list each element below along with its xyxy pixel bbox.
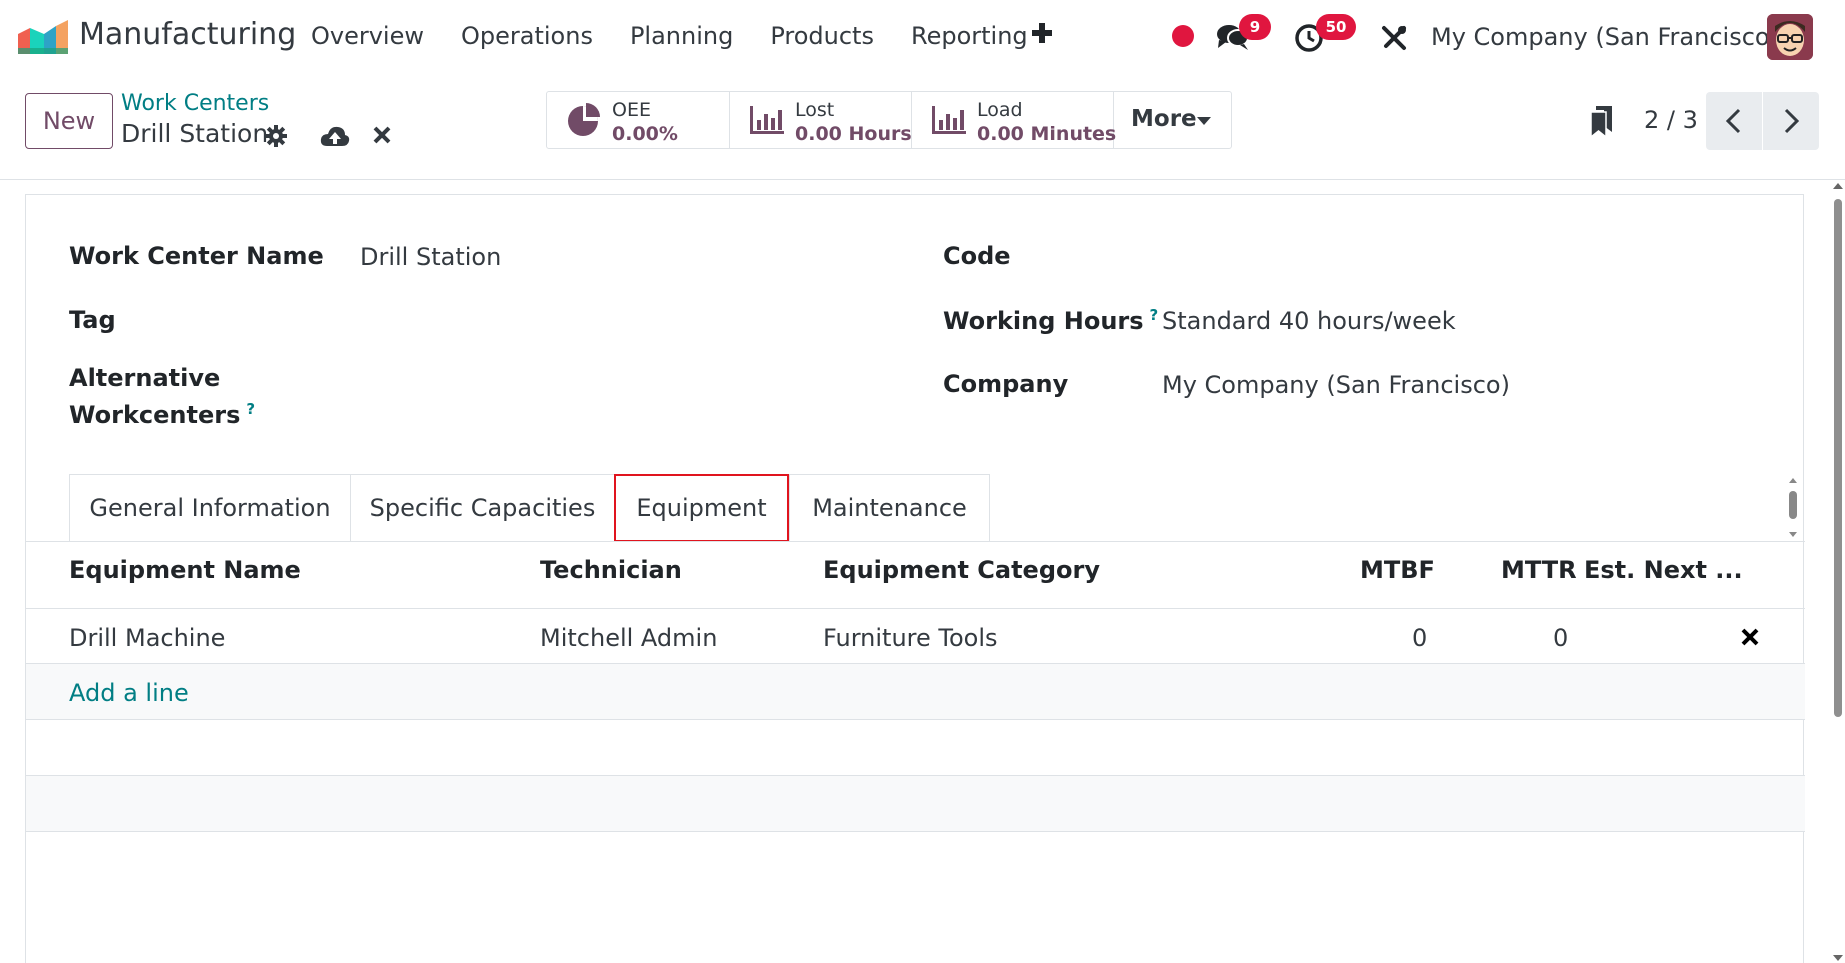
pager-next-button[interactable] <box>1763 92 1819 150</box>
pie-chart-icon <box>568 103 600 136</box>
breadcrumb-work-centers[interactable]: Work Centers <box>121 91 269 116</box>
tools-icon[interactable] <box>1380 24 1408 52</box>
save-cloud-icon[interactable] <box>320 124 350 148</box>
column-est-next[interactable]: Est. Next ... <box>1584 556 1743 584</box>
column-mtbf[interactable]: MTBF <box>1360 556 1435 584</box>
chevron-right-icon <box>1784 108 1800 134</box>
smart-buttons: OEE 0.00% Lost 0.00 Hours Load 0.00 Minu… <box>546 91 1232 149</box>
code-field[interactable] <box>1162 239 1762 275</box>
tabs-divider <box>26 541 1805 542</box>
tab-general-information[interactable]: General Information <box>69 474 350 542</box>
tab-equipment[interactable]: Equipment <box>614 474 789 542</box>
caret-down-icon <box>1197 117 1211 125</box>
mttr-cell: 0 <box>1553 624 1569 652</box>
row-divider <box>26 831 1805 832</box>
lost-label: Lost <box>795 99 835 121</box>
equipment-name-cell[interactable]: Drill Machine <box>69 624 225 652</box>
chat-badge: 9 <box>1239 14 1271 40</box>
tag-field[interactable] <box>360 299 920 335</box>
delete-row-icon[interactable] <box>1740 627 1760 647</box>
bar-chart-icon <box>750 106 784 134</box>
lost-value: 0.00 Hours <box>795 123 912 145</box>
load-label: Load <box>977 99 1023 121</box>
user-avatar[interactable] <box>1767 14 1813 60</box>
alternative-workcenters-label-line2: Workcenters <box>69 401 241 429</box>
alternative-workcenters-field[interactable] <box>360 375 920 411</box>
oee-smart-button[interactable]: OEE 0.00% <box>547 92 730 148</box>
add-line-row <box>26 664 1805 719</box>
column-mttr[interactable]: MTTR <box>1501 556 1577 584</box>
more-label: More <box>1131 106 1197 132</box>
column-equipment-name[interactable]: Equipment Name <box>69 556 301 584</box>
company-field[interactable]: My Company (San Francisco) <box>1162 371 1510 399</box>
menu-operations[interactable]: Operations <box>461 22 593 50</box>
working-hours-label-text: Working Hours <box>943 307 1144 335</box>
company-switcher[interactable]: My Company (San Francisco) <box>1431 23 1779 51</box>
load-value: 0.00 Minutes <box>977 123 1117 145</box>
main-menu: Overview Operations Planning Products Re… <box>311 22 1065 50</box>
discard-icon[interactable] <box>372 125 392 145</box>
activity-badge: 50 <box>1316 14 1356 40</box>
row-divider <box>26 719 1805 720</box>
working-hours-field[interactable]: Standard 40 hours/week <box>1162 307 1456 335</box>
page-scrollbar[interactable] <box>1831 181 1845 963</box>
oee-label: OEE <box>612 99 651 121</box>
notebook-tabs: General Information Specific Capacities … <box>69 474 990 542</box>
plus-icon[interactable] <box>1029 18 1055 48</box>
alternative-workcenters-label-line1: Alternative <box>69 364 221 392</box>
menu-planning[interactable]: Planning <box>630 22 733 50</box>
help-tooltip-icon[interactable]: ? <box>1150 306 1159 324</box>
lost-smart-button[interactable]: Lost 0.00 Hours <box>730 92 912 148</box>
menu-reporting[interactable]: Reporting <box>911 22 1028 50</box>
equipment-category-cell[interactable]: Furniture Tools <box>823 624 998 652</box>
control-panel: New Work Centers Drill Station OEE 0.00%… <box>0 76 1845 180</box>
tag-label: Tag <box>69 306 116 334</box>
working-hours-label: Working Hours? <box>943 306 1158 335</box>
load-smart-button[interactable]: Load 0.00 Minutes <box>912 92 1117 148</box>
top-navbar: Manufacturing Overview Operations Planni… <box>0 0 1845 76</box>
chevron-left-icon <box>1725 108 1741 134</box>
record-dot-icon[interactable] <box>1172 25 1194 47</box>
tabs-scrollbar[interactable] <box>1788 478 1798 538</box>
code-label: Code <box>943 242 1011 270</box>
pager-previous-button[interactable] <box>1706 92 1762 150</box>
bookmark-icon[interactable] <box>1590 104 1614 138</box>
bar-chart-icon <box>932 106 966 134</box>
column-equipment-category[interactable]: Equipment Category <box>823 556 1100 584</box>
oee-value: 0.00% <box>612 123 678 145</box>
breadcrumb-current-record: Drill Station <box>121 119 269 148</box>
alternative-workcenters-label: Workcenters? <box>69 400 255 429</box>
pager-value[interactable]: 2 / 3 <box>1644 106 1698 134</box>
manufacturing-app-icon[interactable] <box>18 20 68 54</box>
app-title[interactable]: Manufacturing <box>79 17 296 52</box>
column-technician[interactable]: Technician <box>540 556 682 584</box>
add-a-line-link[interactable]: Add a line <box>69 679 189 707</box>
more-dropdown[interactable]: More <box>1114 92 1231 148</box>
row-divider <box>26 608 1805 609</box>
work-center-name-label: Work Center Name <box>69 242 324 270</box>
gear-icon[interactable] <box>264 124 288 148</box>
tab-maintenance[interactable]: Maintenance <box>789 474 990 542</box>
company-label: Company <box>943 370 1069 398</box>
help-tooltip-icon[interactable]: ? <box>246 400 255 418</box>
form-sheet: Work Center Name Drill Station Tag Alter… <box>25 194 1805 963</box>
tab-specific-capacities[interactable]: Specific Capacities <box>350 474 614 542</box>
menu-overview[interactable]: Overview <box>311 22 424 50</box>
new-button[interactable]: New <box>25 93 113 149</box>
empty-row <box>26 776 1805 831</box>
work-center-name-field[interactable]: Drill Station <box>360 243 501 271</box>
technician-cell[interactable]: Mitchell Admin <box>540 624 717 652</box>
mtbf-cell: 0 <box>1412 624 1428 652</box>
menu-products[interactable]: Products <box>770 22 874 50</box>
